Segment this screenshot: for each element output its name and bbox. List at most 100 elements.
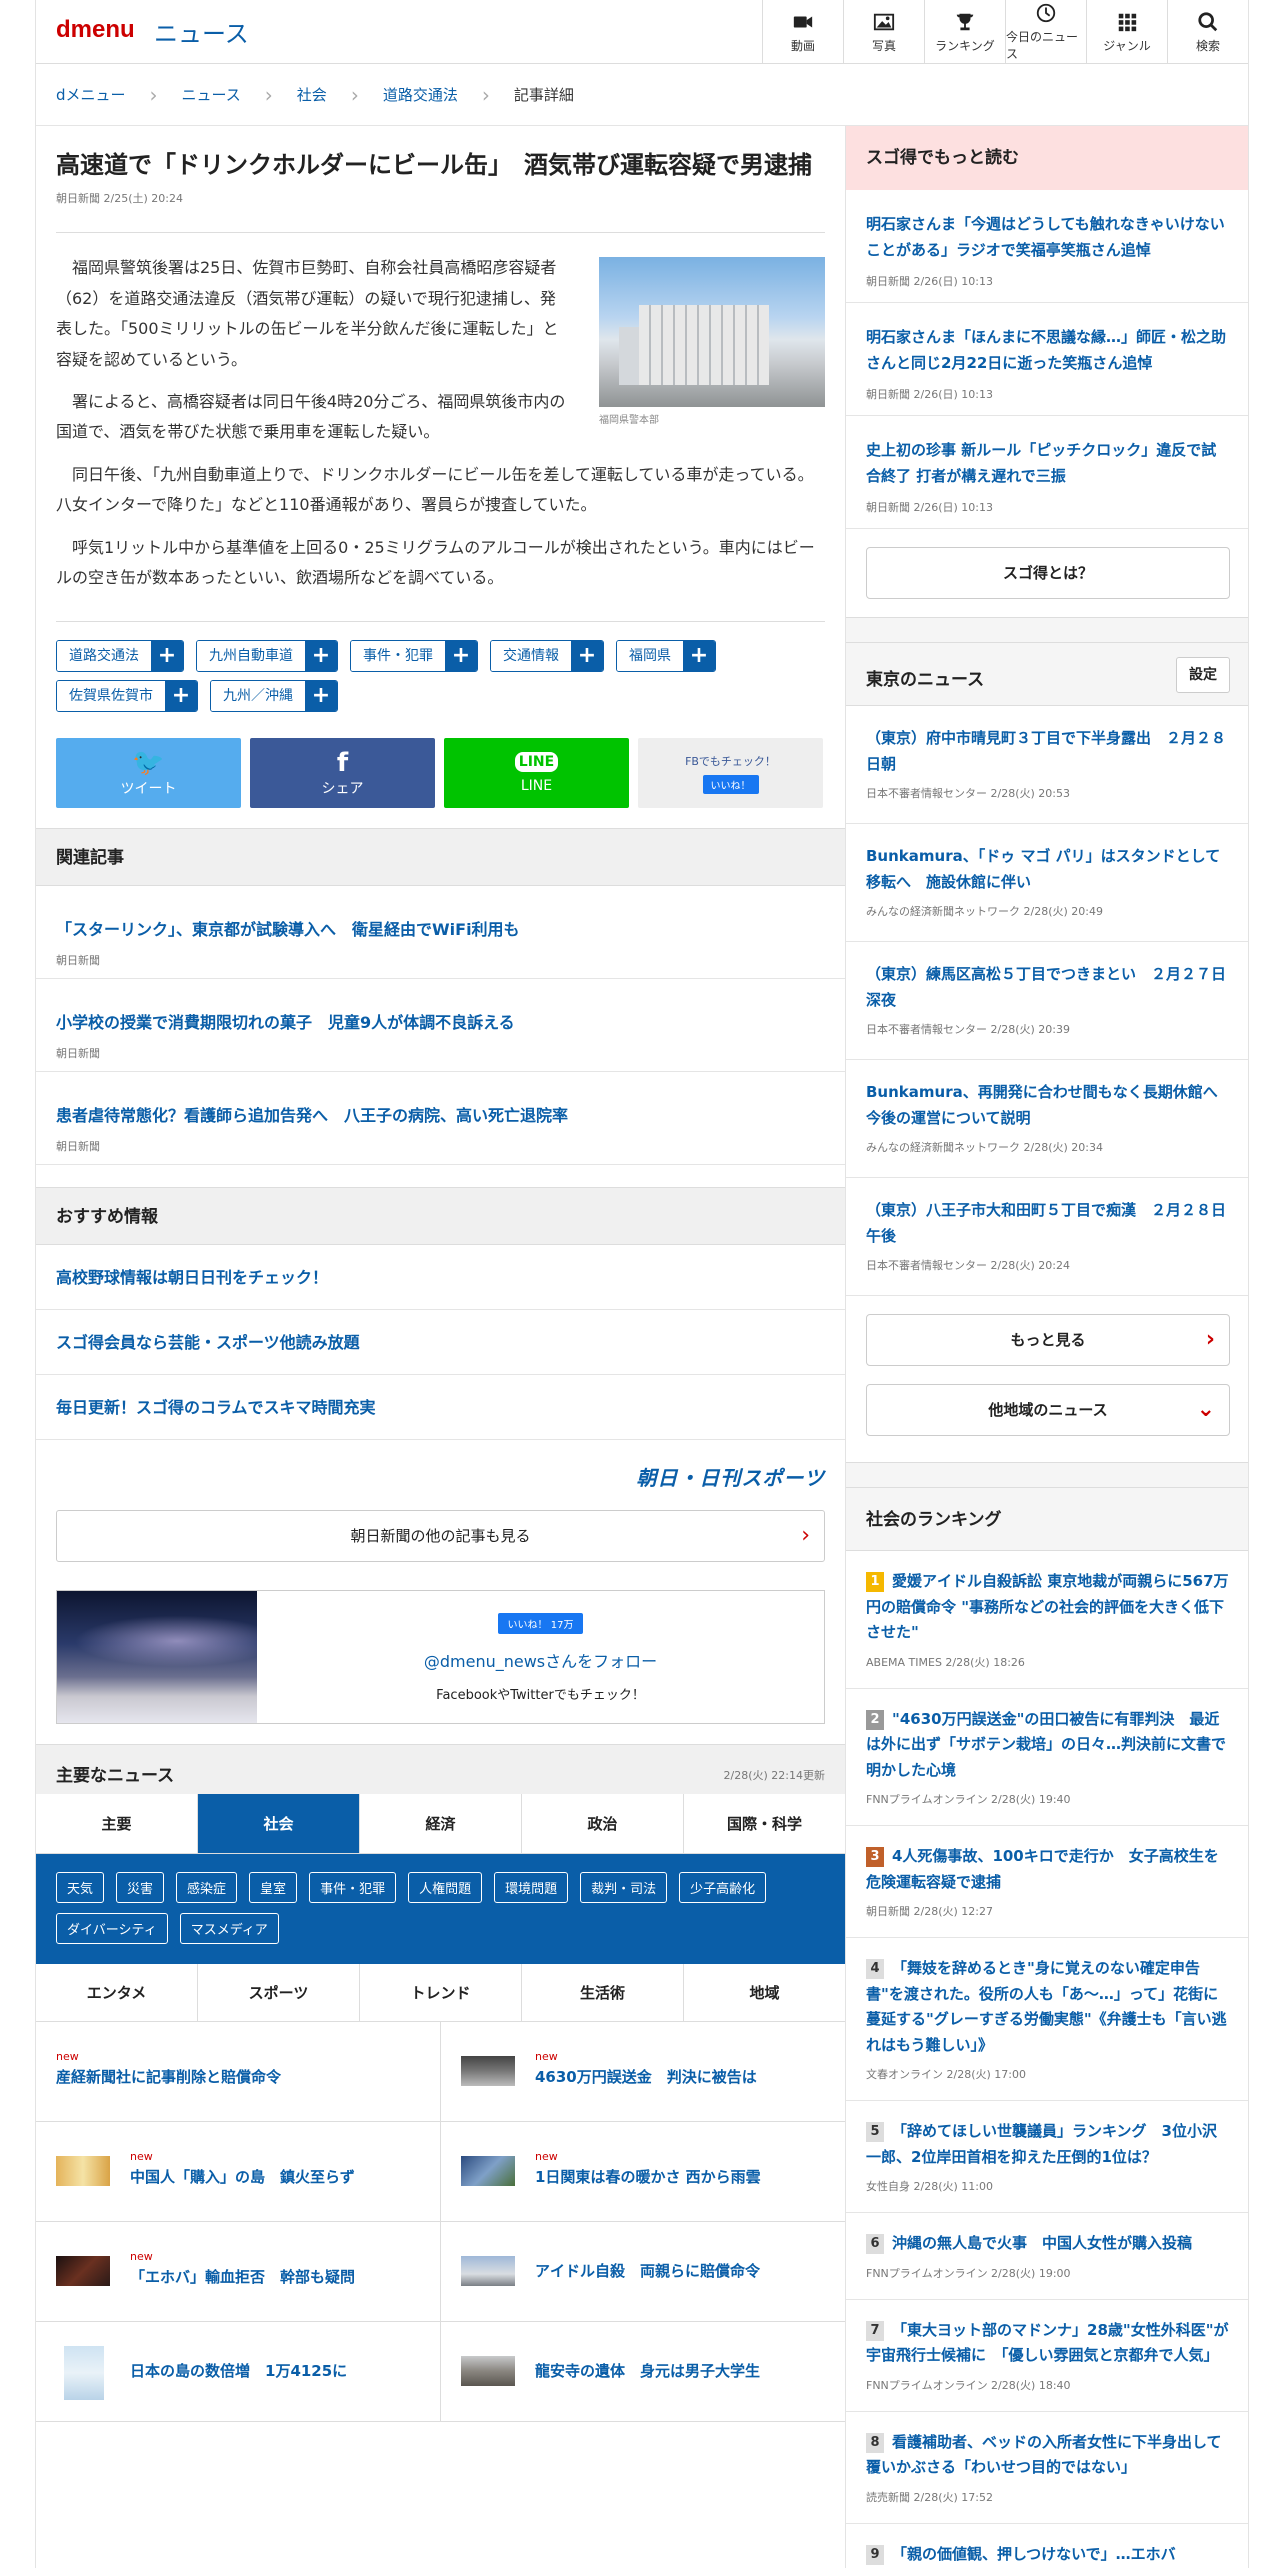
tokyo-news-item[interactable]: （東京）府中市晴見町３丁目で下半身露出 ２月２８日朝 日本不審者情報センター 2/… <box>846 706 1248 824</box>
topic-tag[interactable]: 九州／沖縄 + <box>210 680 338 713</box>
news-grid-item[interactable]: 龍安寺の遺体 身元は男子大学生 <box>441 2322 845 2423</box>
article-meta: 朝日新聞 2/25(土) 20:24 <box>56 190 825 234</box>
news-grid-item[interactable]: new 産経新聞社に記事削除と賠償命令 <box>36 2022 441 2123</box>
tab-main[interactable]: 主要 <box>36 1794 198 1854</box>
tokyo-news-item[interactable]: （東京）練馬区高松５丁目でつきまとい ２月２７日深夜 日本不審者情報センター 2/… <box>846 942 1248 1060</box>
main-news-tabs-2: エンタメ スポーツ トレンド 生活術 地域 <box>36 1964 845 2023</box>
subtag[interactable]: マスメディア <box>179 1913 279 1945</box>
article: 高速道で「ドリンクホルダーにビール缶」 酒気帯び運転容疑で男逮捕 朝日新聞 2/… <box>36 126 845 828</box>
breadcrumb-dmenu[interactable]: dメニュー <box>56 84 126 105</box>
ranking-item[interactable]: 2 "4630万円誤送金"の田口被告に有罪判決 最近は外に出ず「サボテン栽培」の日… <box>846 1688 1248 1826</box>
tab-society[interactable]: 社会 <box>198 1794 360 1854</box>
ranking-item[interactable]: 9 「親の価値観、押しつけないで」…エホバ <box>846 2523 1248 2568</box>
breadcrumb-news[interactable]: ニュース <box>182 84 241 105</box>
subtag[interactable]: 少子高齢化 <box>679 1872 767 1904</box>
topic-tag[interactable]: 佐賀県佐賀市 + <box>56 680 198 713</box>
other-region-button[interactable]: 他地域のニュース ⌄ <box>866 1384 1230 1436</box>
tab-region[interactable]: 地域 <box>684 1964 845 2021</box>
dmenu-logo[interactable]: dmenu <box>56 16 135 44</box>
news-grid-item[interactable]: new 4630万円誤送金 判決に被告は <box>441 2022 845 2123</box>
tab-politics[interactable]: 政治 <box>522 1794 684 1854</box>
tokyo-news-item[interactable]: （東京）八王子市大和田町５丁目で痴漢 ２月２８日午後 日本不審者情報センター 2/… <box>846 1178 1248 1296</box>
topic-tag[interactable]: 事件・犯罪 + <box>350 640 478 673</box>
ranking-item[interactable]: 8 看護補助者、ベッドの入所者女性に下半身出して覆いかぶさる「わいせつ目的ではない… <box>846 2411 1248 2524</box>
plus-icon: + <box>165 681 197 712</box>
recommend-item[interactable]: 毎日更新！スゴ得のコラムでスキマ時間充実 <box>36 1375 845 1441</box>
breadcrumb-society[interactable]: 社会 <box>297 84 327 105</box>
ranking-item[interactable]: 3 4人死傷事故、100キロで走行か 女子高校生を危険運転容疑で逮捕 朝日新聞 2/… <box>846 1826 1248 1938</box>
topic-tag[interactable]: 道路交通法 + <box>56 640 184 673</box>
line-share-button[interactable]: LINE LINE <box>444 738 629 809</box>
recommend-item[interactable]: スゴ得会員なら芸能・スポーツ他読み放題 <box>36 1310 845 1376</box>
related-item[interactable]: 「スターリンク」、東京都が試験導入へ 衛星経由でWiFi利用も 朝日新聞 <box>36 886 845 980</box>
more-asahi-button[interactable]: 朝日新聞の他の記事も見る › <box>56 1510 825 1563</box>
tab-entertainment[interactable]: エンタメ <box>36 1964 198 2022</box>
news-grid-item[interactable]: 日本の島の数倍増 1万4125に <box>36 2322 441 2423</box>
chevron-right-icon: › <box>149 82 158 107</box>
tab-sports[interactable]: スポーツ <box>198 1964 360 2022</box>
nav-search[interactable]: 検索 <box>1167 0 1248 64</box>
nav-video[interactable]: 動画 <box>762 0 843 64</box>
tab-trend[interactable]: トレンド <box>360 1964 522 2022</box>
chevron-down-icon: ⌄ <box>1196 1397 1215 1422</box>
ranking-item[interactable]: 6 沖縄の無人島で火事 中国人女性が購入投稿 FNNプライムオンライン 2/28(火… <box>846 2213 1248 2300</box>
like-button[interactable]: いいね！ <box>702 774 759 794</box>
sugotoku-item[interactable]: 史上初の珍事 新ルール「ピッチクロック」違反で試合終了 打者が構え遅れで三振 朝日… <box>846 416 1248 529</box>
subtag[interactable]: 皇室 <box>249 1872 298 1904</box>
news-grid-item[interactable]: new 中国人「購入」の島 鎮火至らず <box>36 2122 441 2223</box>
subtag[interactable]: 事件・犯罪 <box>309 1872 397 1904</box>
settings-button[interactable]: 設定 <box>1176 657 1230 693</box>
breadcrumb-traffic-law[interactable]: 道路交通法 <box>383 84 458 105</box>
ranking-item[interactable]: 4 「舞妓を辞めるとき"身に覚えのない確定申告書"を渡された。役所の人も「あ〜…」… <box>846 1938 1248 2101</box>
site-title[interactable]: ニュース <box>154 14 249 49</box>
related-item[interactable]: 患者虐待常態化？看護師ら追加告発へ 八王子の病院、高い死亡退院率 朝日新聞 <box>36 1072 845 1166</box>
news-grid-item[interactable]: アイドル自殺 両親らに賠償命令 <box>441 2222 845 2323</box>
article-photo[interactable]: 福岡県警本部 <box>599 257 825 426</box>
sugotoku-item[interactable]: 明石家さんま「ほんまに不思議な縁…」師匠・松之助さんと同じ2月22日に逝った笑瓶… <box>846 303 1248 416</box>
subtag[interactable]: 感染症 <box>176 1872 238 1904</box>
article-paragraph: 呼気1リットル中から基準値を上回る0・25ミリグラムのアルコールが検出されたとい… <box>56 537 815 587</box>
subtag[interactable]: ダイバーシティ <box>56 1913 168 1945</box>
ranking-item[interactable]: 5 「辞めてほしい世襲議員」ランキング 3位小沢一郎、2位岸田首相を抑えた圧倒的1… <box>846 2101 1248 2213</box>
recommend-item[interactable]: 高校野球情報は朝日日刊をチェック！ <box>36 1245 845 1311</box>
sidebar: スゴ得でもっと読む 明石家さんま「今週はどうしても触れなきゃいけないことがある」… <box>845 126 1248 2568</box>
subtag[interactable]: 環境問題 <box>494 1872 569 1904</box>
sugotoku-item[interactable]: 明石家さんま「今週はどうしても触れなきゃいけないことがある」ラジオで笑福亭笑瓶さ… <box>846 190 1248 303</box>
tokyo-news-item[interactable]: Bunkamura、再開発に合わせ間もなく長期休館へ 今後の運営について説明 みん… <box>846 1060 1248 1178</box>
tab-international[interactable]: 国際・科学 <box>684 1794 845 1853</box>
main-news-tabs: 主要 社会 経済 政治 国際・科学 <box>36 1794 845 1855</box>
news-grid-item[interactable]: new 1日関東は春の暖かさ 西から雨雲 <box>441 2122 845 2223</box>
subtag[interactable]: 災害 <box>116 1872 165 1904</box>
tweet-button[interactable]: 🐦 ツイート <box>56 738 241 809</box>
what-is-sugotoku-button[interactable]: スゴ得とは？ <box>866 547 1230 599</box>
topic-tag[interactable]: 交通情報 + <box>490 640 604 673</box>
follow-account-link[interactable]: @dmenu_newsさんをフォロー <box>257 1648 824 1672</box>
society-subtags: 天気 災害 感染症 皇室 事件・犯罪 人権問題 環境問題 裁判・司法 少子高齢化… <box>36 1854 845 1965</box>
ranking-item[interactable]: 1 愛媛アイドル自殺訴訟 東京地裁が両親らに567万円の賠償命令 "事務所などの社… <box>846 1551 1248 1689</box>
news-grid-item[interactable]: new 「エホバ」輸血拒否 幹部も疑問 <box>36 2222 441 2323</box>
nav-genre[interactable]: ジャンル <box>1086 0 1167 64</box>
nav-today[interactable]: 今日のニュース <box>1005 0 1086 64</box>
tokyo-news-item[interactable]: Bunkamura、「ドゥ マゴ パリ」はスタンドとして移転へ 施設休館に伴いみ… <box>846 824 1248 942</box>
more-tokyo-button[interactable]: もっと見る › <box>866 1314 1230 1366</box>
tab-lifestyle[interactable]: 生活術 <box>522 1964 684 2022</box>
like-count-button[interactable]: いいね！ 17万 <box>497 1613 584 1635</box>
night-sky-image <box>57 1591 257 1724</box>
topic-tag[interactable]: 九州自動車道 + <box>196 640 338 673</box>
related-item[interactable]: 小学校の授業で消費期限切れの菓子 児童9人が体調不良訴える 朝日新聞 <box>36 979 845 1073</box>
photo-icon <box>873 13 895 30</box>
subtag[interactable]: 人権問題 <box>408 1872 483 1904</box>
facebook-share-button[interactable]: f シェア <box>250 738 435 809</box>
nav-photo[interactable]: 写真 <box>843 0 924 64</box>
nav-ranking[interactable]: ランキング <box>924 0 1005 64</box>
tokyo-news-title: 東京のニュース <box>866 670 985 690</box>
ranking-item[interactable]: 7 「東大ヨット部のマドンナ」28歳"女性外科医"が宇宙飛行士候補に 「優しい雰囲… <box>846 2299 1248 2412</box>
subtag[interactable]: 天気 <box>56 1872 105 1904</box>
subtag[interactable]: 裁判・司法 <box>580 1872 668 1904</box>
brand-logo-row: 朝日・日刊スポーツ <box>36 1440 845 1510</box>
follow-box: いいね！ 17万 @dmenu_newsさんをフォロー FacebookやTwi… <box>56 1590 825 1725</box>
topic-tag[interactable]: 福岡県 + <box>616 640 716 673</box>
main-news-grid: new 産経新聞社に記事削除と賠償命令 new 4630万円誤送金 判決に被告は n… <box>36 2022 845 2423</box>
tab-economy[interactable]: 経済 <box>360 1794 522 1854</box>
asahi-nikkan-logo[interactable]: 朝日・日刊スポーツ <box>636 1462 825 1491</box>
